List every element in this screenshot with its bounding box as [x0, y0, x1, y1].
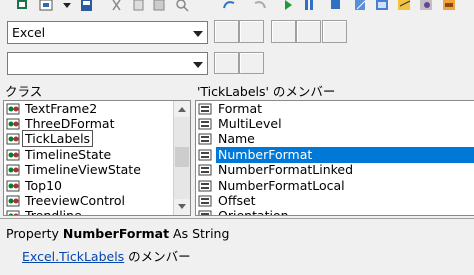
search-button[interactable] — [214, 52, 239, 74]
chevron-down-icon[interactable] — [189, 54, 206, 73]
list-item-label: Top10 — [25, 178, 62, 193]
class-icon — [6, 118, 20, 130]
class-icon — [6, 180, 20, 192]
class-icon — [6, 149, 20, 161]
reset-icon[interactable] — [331, 0, 340, 9]
list-item-label: MultiLevel — [218, 116, 282, 131]
list-item-label: NumberFormatLinked — [218, 162, 354, 177]
break-icon[interactable] — [305, 0, 313, 10]
forward-button[interactable] — [239, 20, 264, 43]
list-item[interactable]: TreeviewControl — [4, 193, 190, 209]
list-item[interactable]: NumberFormatLinked — [196, 162, 474, 178]
list-item[interactable]: TimelineState — [4, 147, 190, 163]
scroll-down-icon[interactable] — [174, 199, 190, 215]
list-item-label: TickLabels — [21, 130, 94, 147]
list-item-label: TimelineViewState — [25, 162, 141, 177]
toolbar-icons — [17, 0, 455, 12]
list-item-label: Name — [218, 131, 255, 146]
cut-icon[interactable] — [112, 0, 121, 11]
classes-header: クラス — [5, 84, 190, 100]
save-icon[interactable] — [81, 0, 92, 11]
property-icon — [198, 210, 212, 215]
members-list[interactable]: Format MultiLevel Name NumberFormat Numb… — [195, 100, 474, 216]
list-item-label: TextFrame2 — [25, 101, 98, 116]
toolbar — [0, 0, 474, 14]
view-definition-button[interactable] — [296, 20, 321, 43]
paste-icon[interactable] — [153, 0, 165, 11]
list-item[interactable]: MultiLevel — [196, 116, 474, 132]
scrollbar-thumb[interactable] — [175, 147, 189, 167]
library-combobox-value: Excel — [12, 25, 46, 40]
dropdown-arrow-icon[interactable] — [63, 3, 71, 8]
member-signature: Property NumberFormat As String — [6, 226, 229, 241]
signature-prefix: Property — [6, 226, 63, 241]
property-icon — [198, 133, 212, 145]
property-icon — [198, 164, 212, 176]
copy-icon[interactable] — [133, 0, 144, 11]
list-item[interactable]: Top10 — [4, 178, 190, 194]
design-mode-icon[interactable] — [355, 0, 366, 10]
list-item-label: ThreeDFormat — [25, 116, 115, 131]
classes-list[interactable]: TextFrame2 ThreeDFormat TickLabels Timel… — [3, 100, 191, 216]
library-link[interactable]: Excel — [22, 249, 55, 264]
chevron-down-icon[interactable] — [189, 23, 206, 42]
property-icon — [198, 118, 212, 130]
run-icon[interactable] — [285, 0, 292, 10]
list-item[interactable]: Trendline — [4, 208, 190, 216]
show-hide-search-results-button[interactable] — [239, 52, 264, 74]
owner-suffix: のメンバー — [124, 249, 191, 264]
toolbox-icon[interactable] — [443, 0, 455, 10]
list-item-label: Trendline — [25, 208, 82, 216]
list-item-label: NumberFormat — [216, 147, 474, 163]
list-item-selected[interactable]: NumberFormat — [196, 147, 474, 163]
redo-icon[interactable] — [254, 1, 266, 9]
copy-to-clipboard-button[interactable] — [271, 20, 296, 43]
class-icon — [6, 133, 20, 145]
list-item[interactable]: Name — [196, 131, 474, 147]
class-icon — [6, 210, 20, 215]
help-button[interactable] — [322, 20, 347, 43]
class-icon — [6, 103, 20, 115]
list-item-label: Orientation — [218, 208, 289, 216]
property-icon — [198, 195, 212, 207]
list-item[interactable]: Offset — [196, 193, 474, 209]
list-item[interactable]: Format — [196, 101, 474, 117]
signature-suffix: As String — [169, 226, 230, 241]
class-link[interactable]: TickLabels — [59, 249, 124, 264]
details-pane: Property NumberFormat As String Excel.Ti… — [0, 218, 474, 275]
back-button[interactable] — [214, 20, 239, 43]
class-icon — [6, 164, 20, 176]
property-icon — [198, 149, 212, 161]
property-icon — [198, 103, 212, 115]
classes-scrollbar[interactable] — [173, 101, 190, 215]
list-item-label: Offset — [218, 193, 256, 208]
list-item-label: Format — [218, 101, 263, 116]
list-item-label: TimelineState — [25, 147, 112, 162]
list-item[interactable]: Orientation — [196, 208, 474, 216]
members-header: 'TickLabels' のメンバー — [197, 84, 474, 100]
excel-icon[interactable] — [17, 0, 27, 9]
property-icon — [198, 180, 212, 192]
list-item[interactable]: NumberFormatLocal — [196, 178, 474, 194]
list-item-label: TreeviewControl — [25, 193, 126, 208]
project-explorer-icon[interactable] — [376, 0, 388, 10]
list-item[interactable]: ThreeDFormat — [4, 116, 190, 132]
list-item-selected[interactable]: TickLabels — [4, 130, 190, 147]
object-browser-icon[interactable] — [420, 0, 432, 10]
member-owner: Excel.TickLabels のメンバー — [22, 246, 191, 265]
search-combobox[interactable] — [7, 52, 208, 75]
library-combobox[interactable]: Excel — [7, 21, 208, 44]
list-item[interactable]: TextFrame2 — [4, 101, 190, 117]
classes-header-label: クラス — [5, 84, 43, 99]
undo-icon[interactable] — [223, 1, 235, 9]
class-icon — [6, 195, 20, 207]
list-item-label: NumberFormatLocal — [218, 178, 345, 193]
find-icon[interactable] — [176, 0, 189, 12]
list-item[interactable]: TimelineViewState — [4, 162, 190, 178]
members-header-label: 'TickLabels' のメンバー — [197, 84, 336, 99]
scroll-up-icon[interactable] — [174, 101, 190, 117]
properties-icon[interactable] — [398, 0, 411, 10]
view-toggle-icon[interactable] — [39, 0, 53, 11]
signature-member-name: NumberFormat — [62, 226, 170, 241]
